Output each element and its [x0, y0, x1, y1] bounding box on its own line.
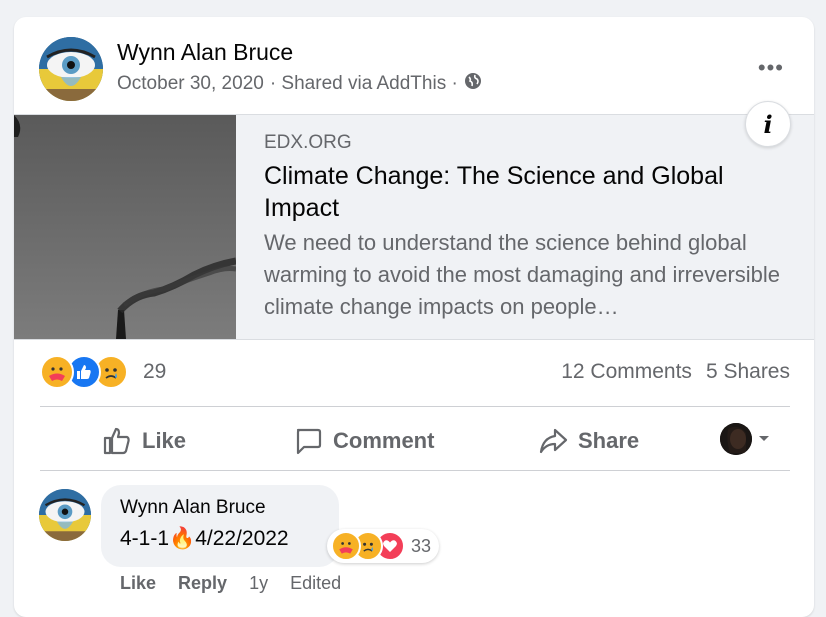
divider-top [40, 406, 790, 407]
reaction-icons[interactable] [40, 355, 128, 389]
comment-text-after: 4/22/2022 [195, 527, 289, 550]
author-avatar[interactable] [39, 37, 103, 101]
care-reaction-icon [40, 355, 74, 389]
preview-title[interactable]: Climate Change: The Science and Global I… [264, 160, 794, 224]
commenter-avatar[interactable] [39, 489, 91, 541]
chevron-down-icon [758, 430, 770, 448]
comment-author[interactable]: Wynn Alan Bruce [120, 497, 266, 519]
info-icon[interactable]: i [745, 101, 791, 147]
comment-text: 4-1-1 🔥 4/22/2022 [120, 527, 289, 551]
globe-icon [464, 72, 482, 96]
fire-emoji-icon: 🔥 [169, 527, 196, 550]
link-preview[interactable]: EDX.ORG Climate Change: The Science and … [14, 114, 814, 340]
reaction-stats-row: 29 12 Comments 5 Shares [40, 355, 790, 391]
shared-via: · Shared via AddThis · [269, 73, 458, 94]
like-label: Like [142, 428, 187, 453]
comment-text-before: 4-1-1 [120, 527, 170, 550]
share-icon [538, 426, 568, 456]
like-button[interactable]: Like [102, 419, 186, 463]
engagement-stats: 12 Comments 5 Shares [561, 360, 790, 384]
divider-bottom [40, 470, 790, 471]
comment-icon [293, 426, 323, 456]
comment-actions: Like Reply 1y Edited [120, 573, 341, 594]
preview-description: We need to understand the science behind… [264, 230, 781, 319]
shares-count[interactable]: 5 Shares [706, 360, 790, 384]
comment-edited[interactable]: Edited [290, 573, 341, 594]
more-options-button[interactable]: ••• [758, 55, 784, 81]
author-name[interactable]: Wynn Alan Bruce [117, 39, 293, 66]
comment-label: Comment [333, 428, 435, 453]
comment-reactions[interactable]: 33 [327, 529, 440, 563]
share-label: Share [578, 428, 640, 453]
comment-like-button[interactable]: Like [120, 573, 156, 594]
comment-reaction-count: 33 [411, 535, 432, 556]
like-icon [102, 426, 132, 456]
post-meta: October 30, 2020 · Shared via AddThis · [117, 72, 482, 96]
comment-age[interactable]: 1y [249, 573, 268, 594]
comment-button[interactable]: Comment [293, 419, 434, 463]
share-button[interactable]: Share [538, 419, 639, 463]
reaction-count[interactable]: 29 [143, 360, 166, 384]
comment-bubble: Wynn Alan Bruce 4-1-1 🔥 4/22/2022 [101, 485, 339, 567]
post-date[interactable]: October 30, 2020 [117, 73, 264, 95]
share-as-menu[interactable] [720, 423, 770, 455]
preview-domain: EDX.ORG [264, 132, 352, 153]
preview-image[interactable] [14, 115, 236, 339]
comments-count[interactable]: 12 Comments [561, 360, 692, 384]
comment-reply-button[interactable]: Reply [178, 573, 227, 594]
viewer-avatar [720, 423, 752, 455]
care-reaction-icon [331, 531, 361, 561]
post-card: Wynn Alan Bruce October 30, 2020 · Share… [14, 17, 814, 617]
